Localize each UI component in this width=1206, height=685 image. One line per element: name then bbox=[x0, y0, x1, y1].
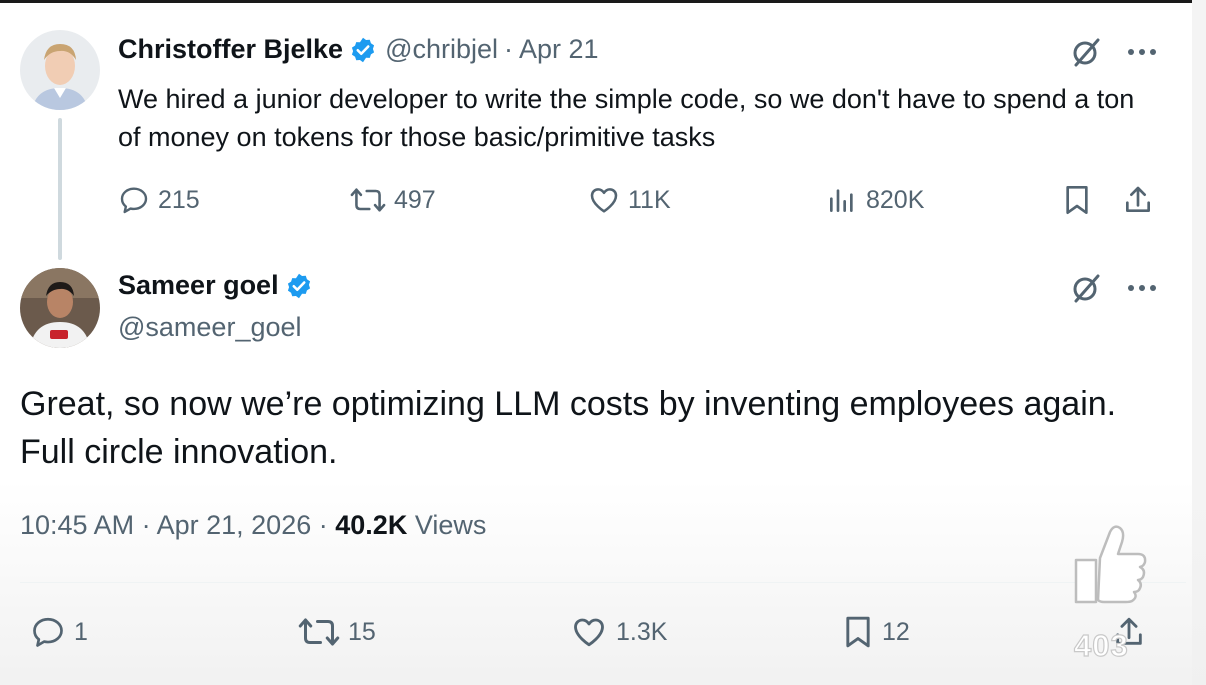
separator-dot: · bbox=[141, 510, 151, 540]
scrollbar-track[interactable] bbox=[1192, 0, 1206, 685]
like-button[interactable]: 11K bbox=[588, 184, 671, 216]
separator-dot: · bbox=[504, 34, 514, 64]
repost-count: 15 bbox=[348, 617, 376, 646]
views-button[interactable]: 820K bbox=[826, 184, 924, 216]
tweet2-text-line1: Great, so now we’re optimizing LLM costs… bbox=[20, 385, 1117, 423]
views-count[interactable]: 40.2K bbox=[335, 510, 407, 540]
repost-count: 497 bbox=[394, 185, 436, 214]
thumbs-up-icon[interactable] bbox=[1070, 522, 1150, 609]
author-name[interactable]: Christoffer Bjelke bbox=[118, 34, 343, 65]
reply-count: 1 bbox=[74, 617, 88, 646]
bookmark-button[interactable] bbox=[1062, 184, 1092, 216]
tweet-metadata: 10:45 AM · Apr 21, 2026 · 40.2K Views bbox=[20, 510, 486, 541]
bookmark-button[interactable]: 12 bbox=[842, 614, 910, 650]
grok-icon[interactable] bbox=[1068, 270, 1104, 306]
reply-button[interactable]: 1 bbox=[30, 614, 88, 650]
avatar-sameer[interactable] bbox=[20, 268, 100, 348]
reply-icon bbox=[120, 187, 148, 214]
tweet2-actions: 1 15 1.3K 12 bbox=[20, 610, 1186, 654]
repost-icon bbox=[298, 618, 340, 646]
bookmark-icon bbox=[1066, 186, 1088, 214]
heart-icon bbox=[590, 188, 618, 213]
tweet-date[interactable]: Apr 21, 2026 bbox=[157, 510, 312, 540]
reply-button[interactable]: 215 bbox=[118, 184, 200, 216]
more-options-icon[interactable] bbox=[1124, 38, 1160, 66]
share-icon bbox=[1126, 186, 1150, 212]
thread-connector bbox=[58, 118, 62, 260]
grok-icon[interactable] bbox=[1068, 34, 1104, 70]
avatar-christoffer[interactable] bbox=[20, 30, 100, 110]
tweet1-text: We hired a junior developer to write the… bbox=[118, 84, 1135, 152]
reply-icon bbox=[33, 617, 63, 647]
like-count: 1.3K bbox=[616, 617, 668, 646]
divider bbox=[20, 582, 1186, 583]
views-label: Views bbox=[414, 510, 487, 540]
tweet2-header: Sameer goel bbox=[118, 270, 313, 301]
bookmark-icon bbox=[846, 616, 870, 648]
author-name[interactable]: Sameer goel bbox=[118, 270, 279, 301]
separator-dot: · bbox=[318, 510, 328, 540]
share-button[interactable] bbox=[1122, 184, 1154, 216]
repost-icon bbox=[350, 188, 386, 212]
like-count: 11K bbox=[628, 185, 671, 214]
reply-count: 215 bbox=[158, 185, 200, 214]
tweet1-header: Christoffer Bjelke @chribjel · Apr 21 bbox=[118, 34, 599, 65]
bookmark-count: 12 bbox=[882, 617, 910, 646]
repost-button[interactable]: 15 bbox=[298, 614, 376, 650]
heart-icon bbox=[574, 618, 604, 647]
like-button[interactable]: 1.3K bbox=[570, 614, 667, 650]
tweet1-actions: 215 497 11K 820K bbox=[118, 184, 1168, 220]
top-border bbox=[0, 0, 1206, 3]
verified-badge-icon bbox=[349, 36, 377, 64]
author-handle[interactable]: @sameer_goel bbox=[118, 312, 302, 343]
author-handle[interactable]: @chribjel bbox=[385, 34, 498, 65]
tweet-date[interactable]: Apr 21 bbox=[519, 34, 599, 65]
tweet-time[interactable]: 10:45 AM bbox=[20, 510, 134, 540]
view-count: 820K bbox=[866, 185, 925, 214]
verified-badge-icon bbox=[285, 272, 313, 300]
more-options-icon[interactable] bbox=[1124, 274, 1160, 302]
overlay-like-count: 403 bbox=[1073, 627, 1129, 663]
tweet2-text-line2: Full circle innovation. bbox=[20, 433, 338, 471]
repost-button[interactable]: 497 bbox=[350, 184, 436, 216]
tweet2-text: Great, so now we’re optimizing LLM costs… bbox=[20, 380, 1180, 476]
analytics-icon bbox=[830, 189, 853, 212]
